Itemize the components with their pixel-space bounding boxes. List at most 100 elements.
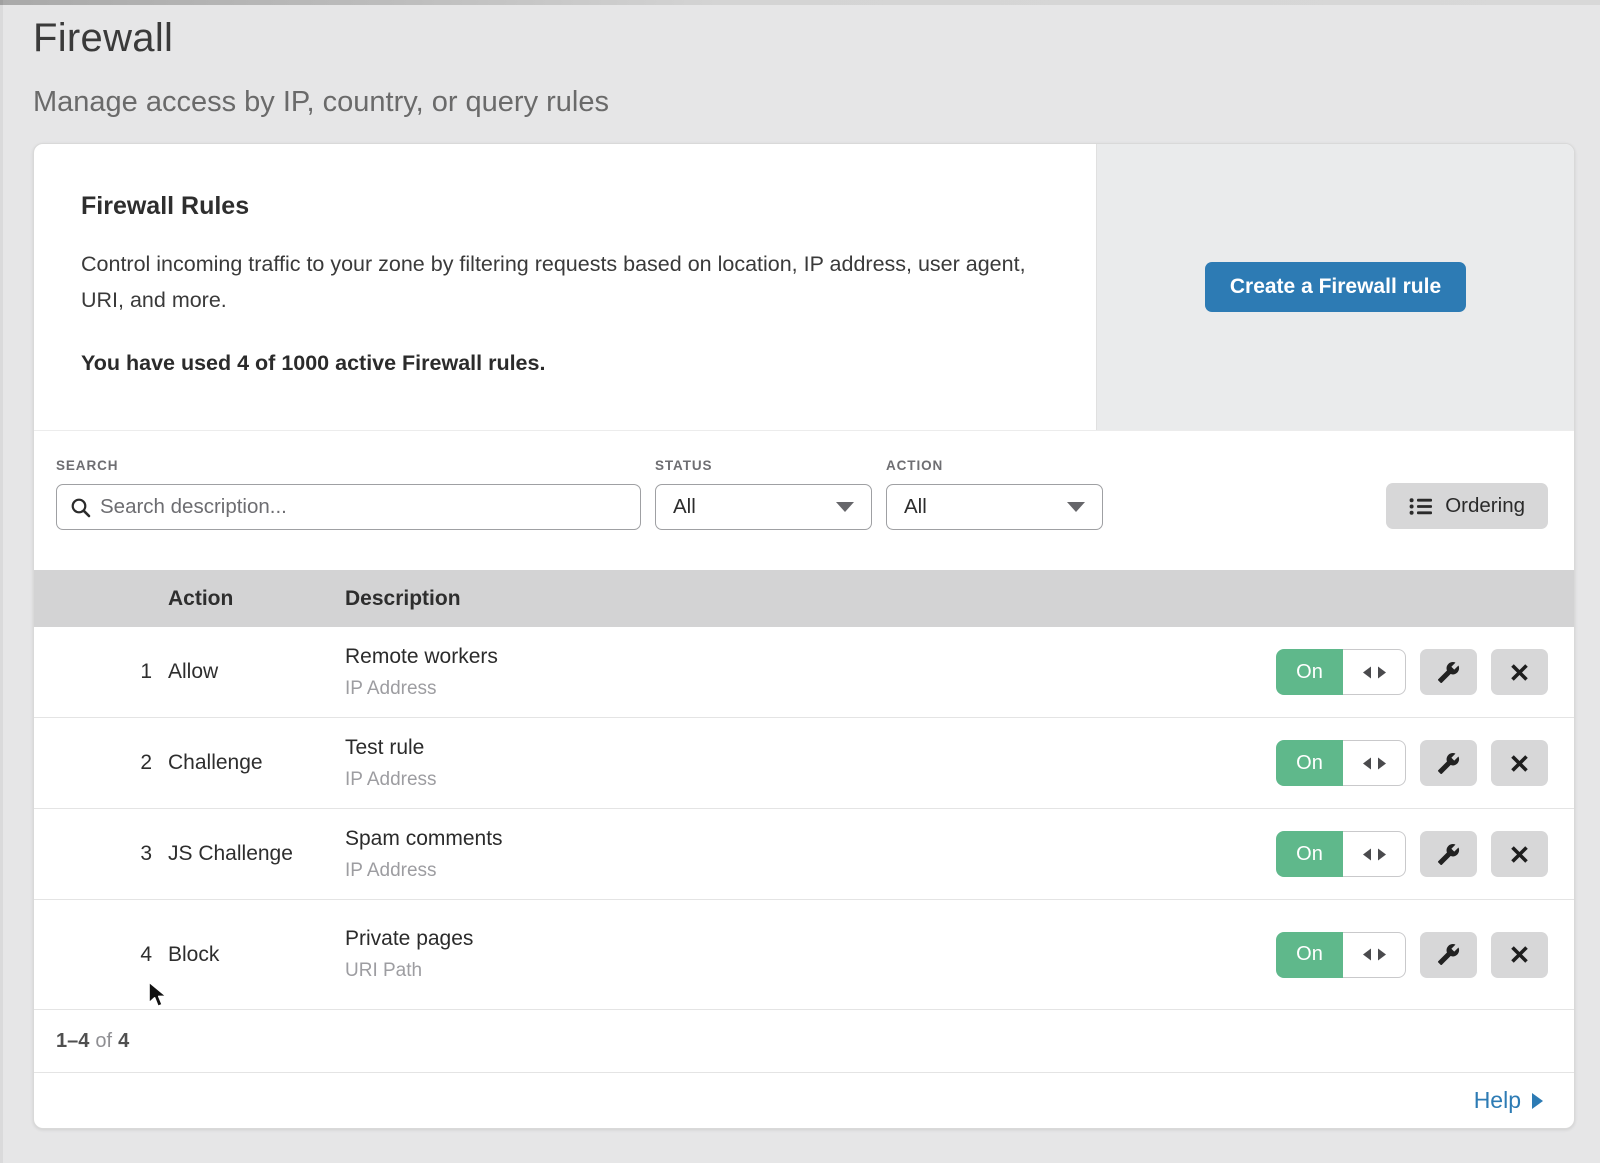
rule-description: Test rule: [345, 736, 1276, 760]
rule-field-type: IP Address: [345, 769, 1276, 791]
delete-rule-button[interactable]: [1491, 740, 1548, 786]
page-title: Firewall: [33, 16, 1600, 61]
wrench-icon: [1437, 661, 1460, 684]
rule-description: Remote workers: [345, 645, 1276, 669]
pagination-of: of: [95, 1030, 112, 1053]
action-select[interactable]: All: [886, 484, 1103, 530]
delete-rule-button[interactable]: [1491, 649, 1548, 695]
table-row: 3 JS Challenge Spam comments IP Address …: [34, 809, 1574, 900]
ordering-button[interactable]: Ordering: [1386, 483, 1548, 529]
toggle-knob[interactable]: [1343, 740, 1406, 786]
left-right-arrows-icon: [1362, 756, 1387, 771]
wrench-icon: [1437, 843, 1460, 866]
wrench-icon: [1437, 752, 1460, 775]
help-link[interactable]: Help: [1474, 1087, 1543, 1114]
rule-action: JS Challenge: [168, 842, 345, 866]
window-top-edge: [0, 0, 1600, 5]
rule-controls: On: [1276, 932, 1574, 978]
x-icon: [1510, 754, 1529, 773]
left-right-arrows-icon: [1362, 847, 1387, 862]
usage-summary: You have used 4 of 1000 active Firewall …: [81, 351, 1056, 376]
toggle-on-label[interactable]: On: [1276, 932, 1343, 978]
create-rule-panel: Create a Firewall rule: [1096, 144, 1574, 430]
table-body: 1 Allow Remote workers IP Address On: [34, 627, 1574, 1010]
table-row: 1 Allow Remote workers IP Address On: [34, 627, 1574, 718]
table-row: 2 Challenge Test rule IP Address On: [34, 718, 1574, 809]
edit-rule-button[interactable]: [1420, 649, 1477, 695]
card-footer: Help: [34, 1072, 1574, 1128]
pagination-bar: 1–4 of 4: [34, 1010, 1574, 1072]
rule-description-cell: Remote workers IP Address: [345, 645, 1276, 700]
rule-description-cell: Spam comments IP Address: [345, 827, 1276, 882]
overview-text-block: Firewall Rules Control incoming traffic …: [34, 144, 1096, 430]
left-right-arrows-icon: [1362, 665, 1387, 680]
rule-description: Spam comments: [345, 827, 1276, 851]
section-heading: Firewall Rules: [81, 192, 1056, 221]
create-firewall-rule-button[interactable]: Create a Firewall rule: [1205, 262, 1466, 312]
rule-priority: 3: [34, 842, 168, 866]
toggle-on-label[interactable]: On: [1276, 649, 1343, 695]
rule-enabled-toggle[interactable]: On: [1276, 932, 1406, 978]
rule-enabled-toggle[interactable]: On: [1276, 649, 1406, 695]
rule-field-type: IP Address: [345, 678, 1276, 700]
status-select[interactable]: All: [655, 484, 872, 530]
toggle-on-label[interactable]: On: [1276, 831, 1343, 877]
pagination-total: 4: [118, 1030, 129, 1053]
search-input[interactable]: [100, 495, 627, 519]
help-link-label: Help: [1474, 1087, 1521, 1114]
table-header: Action Description: [34, 570, 1574, 627]
edit-rule-button[interactable]: [1420, 932, 1477, 978]
mouse-cursor: [146, 981, 172, 1009]
action-select-value: All: [904, 495, 927, 519]
rule-controls: On: [1276, 649, 1574, 695]
page-header: Firewall Manage access by IP, country, o…: [0, 0, 1600, 119]
ordering-button-label: Ordering: [1445, 494, 1525, 518]
pagination-range: 1–4: [56, 1030, 89, 1053]
page-subtitle: Manage access by IP, country, or query r…: [33, 86, 1600, 119]
rule-field-type: IP Address: [345, 860, 1276, 882]
search-icon: [70, 497, 91, 518]
search-label: SEARCH: [56, 458, 641, 473]
status-label: STATUS: [655, 458, 872, 473]
toggle-knob[interactable]: [1343, 649, 1406, 695]
rule-action: Allow: [168, 660, 345, 684]
status-select-value: All: [673, 495, 696, 519]
rule-priority: 1: [34, 660, 168, 684]
delete-rule-button[interactable]: [1491, 831, 1548, 877]
toggle-knob[interactable]: [1343, 932, 1406, 978]
ordering-list-icon: [1409, 497, 1432, 516]
status-filter-group: STATUS All: [655, 458, 872, 530]
search-box[interactable]: [56, 484, 641, 530]
rule-controls: On: [1276, 740, 1574, 786]
rule-field-type: URI Path: [345, 960, 1276, 982]
rule-priority: 4: [34, 943, 168, 967]
edit-rule-button[interactable]: [1420, 740, 1477, 786]
x-icon: [1510, 845, 1529, 864]
overview-section: Firewall Rules Control incoming traffic …: [34, 144, 1574, 431]
rule-description-cell: Private pages URI Path: [345, 927, 1276, 982]
filters-bar: SEARCH STATUS All ACTION All: [34, 431, 1574, 570]
rule-controls: On: [1276, 831, 1574, 877]
rule-action: Block: [168, 943, 345, 967]
rule-enabled-toggle[interactable]: On: [1276, 740, 1406, 786]
wrench-icon: [1437, 943, 1460, 966]
rule-priority: 2: [34, 751, 168, 775]
edit-rule-button[interactable]: [1420, 831, 1477, 877]
action-filter-group: ACTION All: [886, 458, 1103, 530]
chevron-down-icon: [836, 502, 854, 512]
chevron-down-icon: [1067, 502, 1085, 512]
x-icon: [1510, 663, 1529, 682]
window-left-edge: [0, 0, 3, 1163]
column-header-action: Action: [168, 587, 345, 611]
rule-description: Private pages: [345, 927, 1276, 951]
toggle-knob[interactable]: [1343, 831, 1406, 877]
triangle-right-icon: [1532, 1093, 1543, 1109]
action-label: ACTION: [886, 458, 1103, 473]
rule-enabled-toggle[interactable]: On: [1276, 831, 1406, 877]
section-description: Control incoming traffic to your zone by…: [81, 246, 1026, 318]
delete-rule-button[interactable]: [1491, 932, 1548, 978]
rule-action: Challenge: [168, 751, 345, 775]
toggle-on-label[interactable]: On: [1276, 740, 1343, 786]
column-header-description: Description: [345, 587, 1276, 611]
search-filter-group: SEARCH: [56, 458, 641, 530]
